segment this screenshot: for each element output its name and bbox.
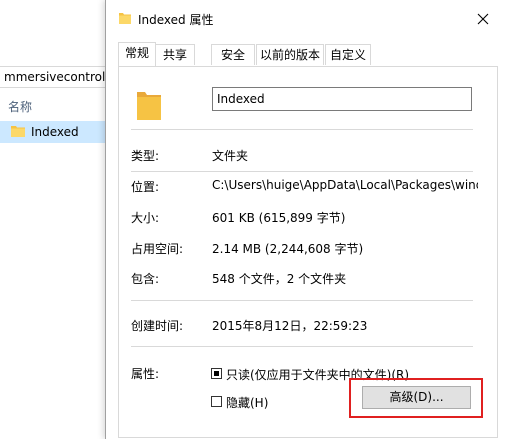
readonly-label[interactable]: 只读(仅应用于文件夹中的文件)(R) — [226, 366, 409, 383]
address-text: mmersivecontrolpa — [4, 70, 121, 84]
explorer-window: mmersivecontrolpa 名称 Indexed — [0, 0, 120, 439]
readonly-checkbox[interactable] — [211, 368, 222, 379]
size-value: 601 KB (615,899 字节) — [212, 211, 346, 225]
disk-size-value: 2.14 MB (2,244,608 字节) — [212, 242, 364, 256]
location-value: C:\Users\huige\AppData\Local\Packages\wi… — [212, 178, 478, 192]
address-bar[interactable]: mmersivecontrolpa — [0, 66, 120, 88]
contains-value: 548 个文件，2 个文件夹 — [212, 272, 347, 286]
close-icon — [477, 13, 489, 25]
tab-bar: 常规 共享 安全 以前的版本 自定义 — [118, 42, 498, 66]
properties-dialog: Indexed 属性 常规 共享 安全 以前的版本 自定义 Indexed 类型… — [105, 0, 507, 439]
tab-customize[interactable]: 自定义 — [325, 44, 371, 65]
hidden-checkbox[interactable] — [211, 396, 222, 407]
folder-icon — [11, 126, 25, 137]
size-label: 大小: — [131, 211, 160, 225]
tab-previous-versions[interactable]: 以前的版本 — [256, 44, 324, 65]
folder-name-input[interactable]: Indexed — [212, 87, 472, 111]
divider — [131, 346, 473, 347]
location-label: 位置: — [131, 180, 160, 194]
list-item[interactable]: Indexed — [0, 121, 110, 143]
close-button[interactable] — [466, 6, 500, 32]
divider — [131, 171, 473, 172]
type-label: 类型: — [131, 149, 160, 163]
tab-sharing[interactable]: 共享 — [155, 44, 195, 65]
advanced-button[interactable]: 高级(D)... — [362, 386, 471, 409]
dialog-title: Indexed 属性 — [138, 13, 214, 27]
folder-icon — [137, 92, 161, 120]
list-item-label: Indexed — [31, 125, 79, 139]
tab-security[interactable]: 安全 — [211, 44, 255, 65]
folder-icon — [119, 13, 131, 24]
hidden-label[interactable]: 隐藏(H) — [226, 394, 268, 411]
disk-size-label: 占用空间: — [131, 242, 184, 256]
title-bar[interactable]: Indexed 属性 — [106, 0, 507, 38]
created-label: 创建时间: — [131, 319, 184, 333]
divider — [131, 300, 473, 301]
tab-general[interactable]: 常规 — [118, 42, 156, 66]
type-value: 文件夹 — [212, 149, 249, 163]
attributes-label: 属性: — [131, 367, 160, 381]
divider — [131, 129, 473, 130]
contains-label: 包含: — [131, 272, 160, 286]
column-header-name[interactable]: 名称 — [8, 98, 32, 115]
created-value: 2015年8月12日，22:59:23 — [212, 319, 368, 333]
